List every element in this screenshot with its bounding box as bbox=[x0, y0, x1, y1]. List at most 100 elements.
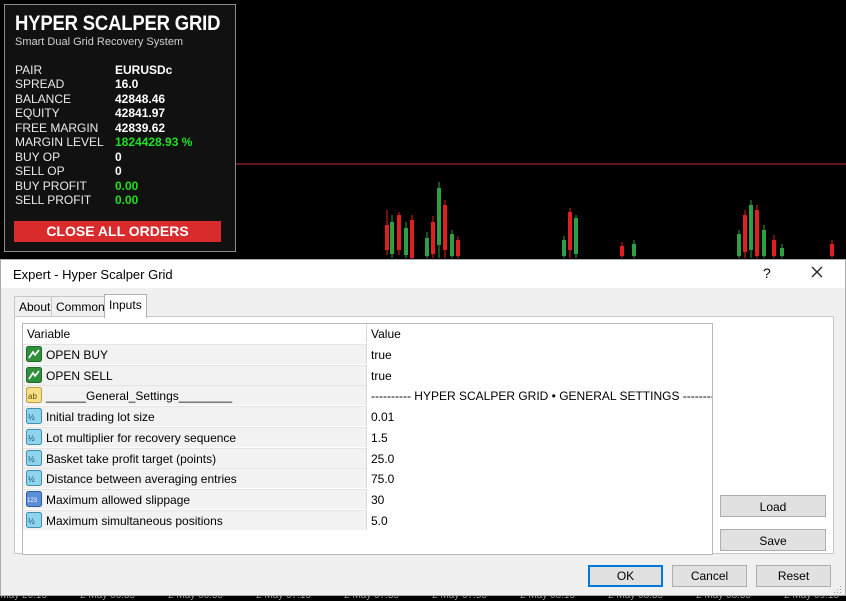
table-row[interactable]: OPEN BUY true bbox=[23, 344, 712, 364]
parameter-value-cell[interactable] bbox=[366, 364, 712, 385]
candle-body bbox=[456, 240, 460, 256]
candle-body bbox=[397, 215, 401, 250]
panel-row-value: EURUSDc bbox=[115, 63, 173, 77]
panel-row-label: FREE MARGIN bbox=[15, 121, 99, 135]
svg-text:½: ½ bbox=[28, 413, 35, 422]
panel-row: SELL OP 0 bbox=[15, 164, 230, 178]
parameter-value[interactable]: 5.0 bbox=[371, 514, 388, 528]
panel-row-label: SELL PROFIT bbox=[15, 193, 92, 207]
inputs-tab-panel: Variable Value OPEN BUY true OPEN SELL true… bbox=[14, 316, 834, 555]
candle-body bbox=[830, 244, 834, 256]
parameter-value-cell[interactable] bbox=[366, 426, 712, 447]
parameter-name: Lot multiplier for recovery sequence bbox=[46, 430, 237, 445]
panel-title: HYPER SCALPER GRID bbox=[15, 12, 221, 35]
ok-button[interactable]: OK bbox=[588, 565, 663, 587]
svg-text:½: ½ bbox=[28, 434, 35, 443]
parameter-value[interactable]: true bbox=[371, 348, 392, 362]
parameter-name: Distance between averaging entries bbox=[46, 472, 237, 487]
parameter-name: OPEN BUY bbox=[46, 348, 109, 362]
table-row[interactable]: ½ Distance between averaging entries 75.0 bbox=[23, 468, 712, 489]
parameter-value-cell[interactable] bbox=[366, 344, 712, 364]
panel-row-label: SPREAD bbox=[15, 77, 65, 91]
parameter-value[interactable]: true bbox=[371, 369, 392, 383]
candle-body bbox=[737, 234, 741, 256]
parameter-value[interactable]: ---------- HYPER SCALPER GRID • GENERAL … bbox=[371, 389, 712, 403]
panel-row-value: 42841.97 bbox=[115, 106, 166, 120]
svg-text:ab: ab bbox=[28, 392, 37, 401]
double-icon: ½ bbox=[26, 408, 42, 425]
parameter-value-cell[interactable] bbox=[366, 509, 712, 530]
candle-body bbox=[574, 218, 578, 254]
panel-row-value: 0.00 bbox=[115, 179, 139, 193]
tab-about[interactable]: About bbox=[14, 296, 56, 317]
table-row[interactable]: 123 Maximum allowed slippage 30 bbox=[23, 488, 712, 509]
candle-body bbox=[743, 215, 747, 252]
parameter-value-cell[interactable] bbox=[366, 488, 712, 509]
table-row[interactable]: OPEN SELL true bbox=[23, 364, 712, 385]
candle-body bbox=[562, 240, 566, 256]
candle-body bbox=[568, 212, 572, 250]
parameter-name: Basket take profit target (points) bbox=[46, 451, 217, 466]
parameter-value[interactable]: 0.01 bbox=[371, 410, 394, 424]
table-row[interactable]: ½ Maximum simultaneous positions 5.0 bbox=[23, 509, 712, 530]
tab-common[interactable]: Common bbox=[51, 296, 110, 317]
cancel-button[interactable]: Cancel bbox=[672, 565, 747, 587]
table-header: Variable Value bbox=[23, 324, 712, 343]
candle-body bbox=[404, 228, 408, 255]
double-icon: ½ bbox=[26, 511, 42, 528]
panel-row-value: 42839.62 bbox=[115, 121, 166, 135]
dialog-title: Expert - Hyper Scalper Grid bbox=[13, 267, 173, 282]
save-button[interactable]: Save bbox=[720, 529, 826, 551]
candle-body bbox=[425, 238, 429, 256]
string-icon: ab bbox=[26, 387, 42, 404]
panel-row: FREE MARGIN 42839.62 bbox=[15, 121, 230, 135]
svg-text:½: ½ bbox=[28, 455, 35, 464]
double-icon: ½ bbox=[26, 449, 42, 466]
candle-body bbox=[749, 205, 753, 250]
svg-text:½: ½ bbox=[28, 475, 35, 484]
close-all-orders-button[interactable]: CLOSE ALL ORDERS bbox=[14, 221, 221, 242]
parameter-value[interactable]: 25.0 bbox=[371, 452, 394, 466]
table-row[interactable]: ½ Initial trading lot size 0.01 bbox=[23, 406, 712, 427]
parameter-value[interactable]: 30 bbox=[371, 493, 384, 507]
table-row[interactable]: ½ Basket take profit target (points) 25.0 bbox=[23, 447, 712, 468]
panel-row-value: 0.00 bbox=[115, 193, 139, 207]
reset-button[interactable]: Reset bbox=[756, 565, 831, 587]
panel-row: SELL PROFIT 0.00 bbox=[15, 193, 230, 207]
candle-body bbox=[632, 244, 636, 256]
parameter-value-cell[interactable] bbox=[366, 468, 712, 489]
parameter-name: Maximum simultaneous positions bbox=[46, 513, 223, 528]
table-row[interactable]: ab ______General_Settings________ --------… bbox=[23, 385, 712, 406]
variable-column-header: Variable bbox=[27, 327, 71, 341]
parameter-name: ______General_Settings________ bbox=[46, 389, 233, 404]
tab-inputs[interactable]: Inputs bbox=[104, 294, 147, 318]
svg-text:123: 123 bbox=[27, 498, 38, 504]
parameter-value-cell[interactable] bbox=[366, 406, 712, 427]
panel-row-label: BUY OP bbox=[15, 150, 61, 164]
close-icon[interactable] bbox=[809, 264, 825, 280]
bool-icon bbox=[26, 346, 42, 362]
panel-row-value: 0 bbox=[115, 164, 122, 178]
bool-icon bbox=[26, 366, 42, 383]
parameter-name: Maximum allowed slippage bbox=[46, 492, 191, 507]
candle-body bbox=[443, 205, 447, 250]
candle-body bbox=[410, 220, 414, 258]
panel-row: BUY OP 0 bbox=[15, 150, 230, 164]
load-button[interactable]: Load bbox=[720, 495, 826, 517]
panel-row-label: PAIR bbox=[15, 63, 43, 77]
panel-row: BUY PROFIT 0.00 bbox=[15, 179, 230, 193]
panel-row-label: EQUITY bbox=[15, 106, 60, 120]
resize-grip-icon[interactable] bbox=[834, 586, 842, 594]
panel-row-label: BUY PROFIT bbox=[15, 179, 87, 193]
double-icon: ½ bbox=[26, 470, 42, 487]
parameter-value-cell[interactable] bbox=[366, 447, 712, 468]
panel-row-value: 42848.46 bbox=[115, 92, 166, 106]
panel-row-label: MARGIN LEVEL bbox=[15, 135, 104, 149]
panel-row-label: SELL OP bbox=[15, 164, 65, 178]
parameter-value[interactable]: 75.0 bbox=[371, 472, 394, 486]
table-row[interactable]: ½ Lot multiplier for recovery sequence 1.5 bbox=[23, 426, 712, 447]
parameter-value[interactable]: 1.5 bbox=[371, 431, 388, 445]
panel-row-label: BALANCE bbox=[15, 92, 72, 106]
double-icon: ½ bbox=[26, 428, 42, 445]
help-button[interactable]: ? bbox=[763, 265, 771, 281]
